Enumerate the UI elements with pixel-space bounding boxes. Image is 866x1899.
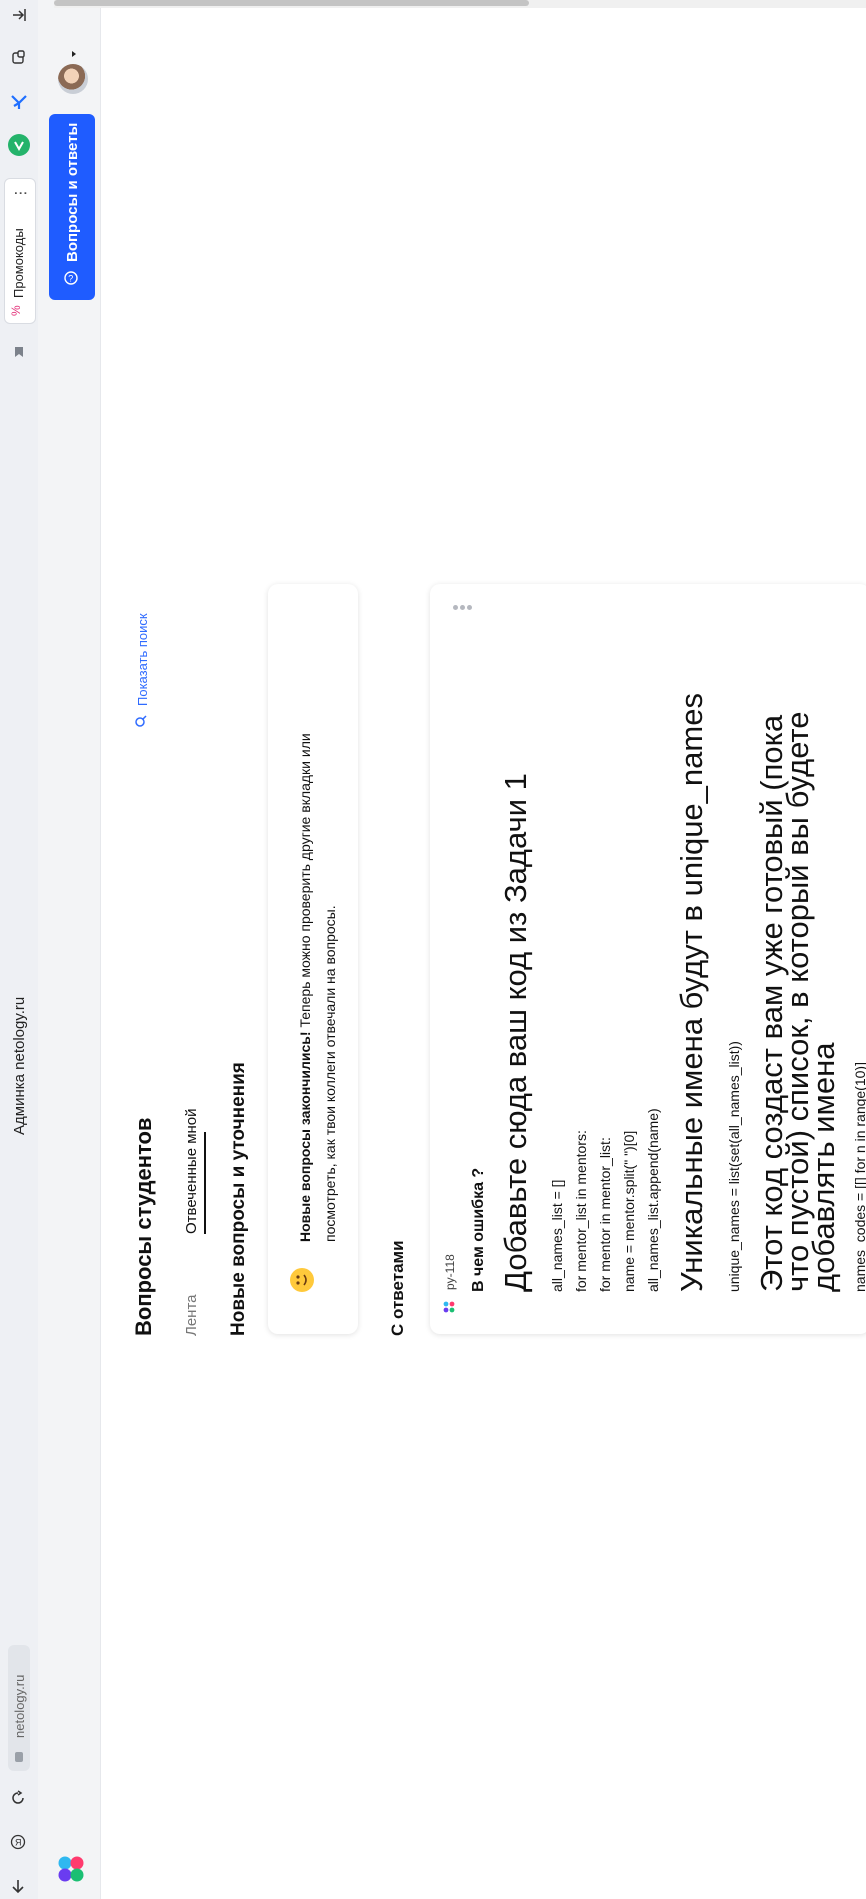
window-title: Админка netology.ru	[11, 996, 28, 1135]
section-heading-answered: С ответами	[388, 1240, 407, 1336]
question-heading-3-line: добавлять имена	[806, 1042, 841, 1292]
bookmark-icon[interactable]	[11, 344, 27, 360]
notice-line-1: Новые вопросы закончились! Теперь можно …	[297, 733, 313, 1242]
extensions-icon[interactable]	[9, 48, 29, 68]
svg-text:?: ?	[68, 274, 73, 284]
question-heading-2: Уникальные имена будут в unique_names	[674, 693, 709, 1292]
back-arrow-icon[interactable]	[6, 1874, 30, 1898]
blue-extension-icon[interactable]	[9, 92, 29, 112]
notice-card	[268, 584, 358, 1334]
page-title: Вопросы студентов	[131, 1117, 156, 1336]
address-text: netology.ru	[12, 1674, 27, 1738]
qa-button-label: Вопросы и ответы	[64, 122, 81, 262]
yandex-icon[interactable]: Я	[6, 1830, 30, 1854]
green-extension-icon[interactable]	[8, 134, 30, 156]
svg-text:Я: Я	[15, 1838, 22, 1848]
question-label: В чем ошибка ?	[470, 1167, 487, 1292]
course-tag: py-118	[443, 1254, 457, 1290]
course-tag-icon	[443, 1300, 455, 1313]
code-line: names_codes = [[] for n in range(10)]	[852, 1062, 866, 1292]
section-heading-new: Новые вопросы и уточнения	[228, 1062, 249, 1336]
show-search-link[interactable]: Показать поиск	[135, 613, 150, 706]
reload-icon[interactable]	[6, 1786, 30, 1810]
notice-text-rest: Теперь можно проверить другие вкладки ил…	[297, 733, 313, 1032]
code-line: unique_names = list(set(all_names_list))	[726, 1041, 742, 1292]
notice-line-2: посмотреть, как твои коллеги отвечали на…	[322, 905, 338, 1242]
code-line: name = mentor.split(" ")[0]	[621, 1130, 637, 1292]
browser-sidebar: Я netology.ru Админка netology.ru % Пром…	[0, 0, 39, 1899]
sidebar-toggle-icon[interactable]	[10, 6, 28, 24]
lock-icon	[12, 1750, 26, 1764]
percent-icon: %	[9, 305, 23, 316]
more-options-icon[interactable]	[453, 604, 473, 612]
code-line: all_names_list.append(name)	[645, 1108, 661, 1292]
tab-feed[interactable]: Лента	[183, 1294, 200, 1336]
promo-label: Промокоды	[11, 228, 26, 298]
search-icon	[134, 714, 148, 728]
question-heading-1: Добавьте сюда ваш код из Задачи 1	[498, 773, 533, 1292]
notice-bold-text: Новые вопросы закончились!	[297, 1031, 313, 1242]
code-line: all_names_list = []	[549, 1179, 565, 1292]
netology-logo-icon[interactable]	[56, 1854, 86, 1884]
tab-answered-by-me[interactable]: Отвеченные мной	[183, 1108, 200, 1234]
smiley-emoji-icon	[290, 1268, 314, 1292]
code-line: for mentor_list in mentors:	[573, 1130, 589, 1292]
chevron-down-icon[interactable]	[69, 46, 79, 57]
scrollbar-thumb[interactable]	[54, 0, 529, 6]
code-line: for mentor in mentor_list:	[597, 1137, 613, 1292]
active-tab-indicator	[204, 1132, 206, 1234]
avatar[interactable]	[58, 64, 88, 94]
more-menu-icon[interactable]: ⋮	[12, 186, 29, 200]
question-circle-icon: ?	[63, 270, 79, 286]
